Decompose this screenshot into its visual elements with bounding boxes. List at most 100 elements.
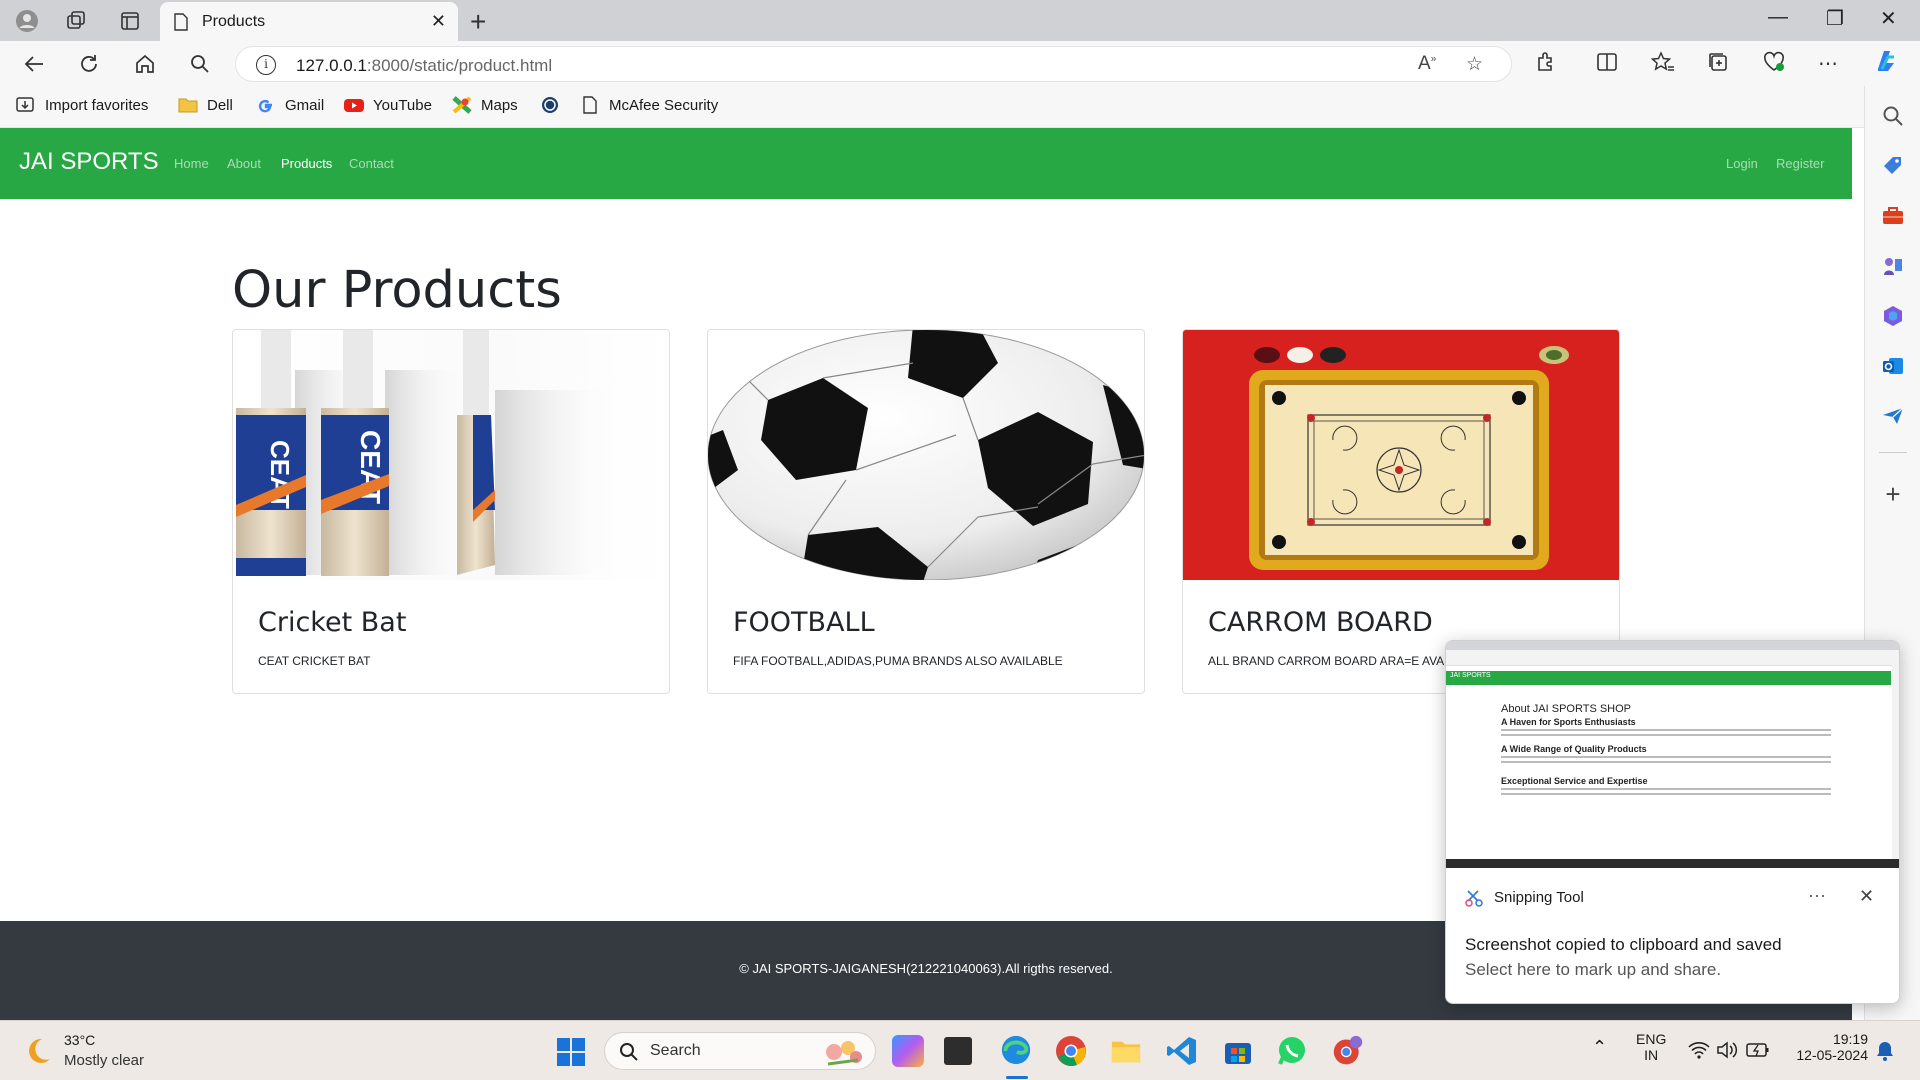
battery-icon[interactable] <box>1746 1041 1770 1059</box>
language-indicator[interactable]: ENG IN <box>1636 1031 1666 1063</box>
product-title: Cricket Bat <box>258 607 407 638</box>
home-icon[interactable] <box>131 50 159 78</box>
page-heading: Our Products <box>232 261 562 320</box>
football-image <box>708 330 1144 580</box>
sidebar-outlook-icon[interactable] <box>1881 354 1905 378</box>
taskbar-search[interactable]: Search <box>604 1032 876 1070</box>
bookmark-dell[interactable]: Dell <box>178 96 233 114</box>
wifi-icon[interactable] <box>1688 1041 1710 1059</box>
nav-register[interactable]: Register <box>1776 156 1824 171</box>
favorites-icon[interactable] <box>1650 51 1675 79</box>
screenshot-thumbnail[interactable]: JAI SPORTS About JAI SPORTS SHOP A Haven… <box>1446 641 1899 868</box>
weather-temperature[interactable]: 33°C <box>64 1032 95 1048</box>
weather-moon-icon[interactable] <box>22 1035 54 1067</box>
tab-actions-icon[interactable] <box>117 8 143 34</box>
start-windows-icon[interactable] <box>556 1037 586 1067</box>
taskbar-store-icon[interactable] <box>1222 1035 1254 1067</box>
url-text: 127.0.0.1:8000/static/product.html <box>296 56 553 75</box>
sidebar-office-icon[interactable] <box>1881 304 1905 328</box>
toast-more-icon[interactable]: ··· <box>1808 885 1826 906</box>
taskbar-chrome-icon[interactable] <box>1055 1035 1087 1067</box>
maps-icon <box>452 96 472 114</box>
search-icon[interactable] <box>186 50 214 78</box>
bookmark-youtube[interactable]: YouTube <box>344 96 432 114</box>
nav-products[interactable]: Products <box>281 156 332 171</box>
toast-app-name: Snipping Tool <box>1494 889 1584 906</box>
sidebar-games-icon[interactable] <box>1881 254 1905 278</box>
taskbar-whatsapp-icon[interactable] <box>1276 1035 1308 1067</box>
profile-icon[interactable] <box>14 8 40 34</box>
new-tab-icon[interactable]: + <box>470 6 486 38</box>
favorite-star-icon[interactable]: ☆ <box>1466 53 1483 76</box>
close-tab-icon[interactable]: ✕ <box>431 11 446 32</box>
bookmark-gmail[interactable]: Gmail <box>256 96 324 114</box>
folder-icon <box>178 98 198 113</box>
cricket-bat-image: CEAT CEAT <box>233 330 669 580</box>
sidebar-tools-icon[interactable] <box>1881 204 1905 228</box>
back-icon[interactable] <box>20 50 48 78</box>
site-info-icon[interactable]: i <box>256 55 276 75</box>
address-bar-row: i 127.0.0.1:8000/static/product.html A» … <box>0 41 1920 86</box>
minimize-icon[interactable]: — <box>1768 6 1788 29</box>
bookmark-import-favorites[interactable]: Import favorites <box>16 96 148 114</box>
read-aloud-icon[interactable]: A» <box>1418 53 1436 75</box>
site-navbar: JAI SPORTS Home About Products Contact L… <box>0 128 1852 199</box>
sidebar-shopping-icon[interactable] <box>1881 154 1905 178</box>
notification-bell-icon[interactable] <box>1876 1040 1894 1062</box>
windows-taskbar: 33°C Mostly clear Search ⌃ ENG IN 19:19 … <box>0 1020 1920 1080</box>
search-highlight-flowers-icon <box>826 1041 862 1066</box>
copilot-icon[interactable] <box>1872 47 1900 81</box>
extensions-icon[interactable] <box>1535 51 1557 79</box>
bookmark-maps[interactable]: Maps <box>452 96 518 114</box>
taskbar-terminal-icon[interactable] <box>944 1037 972 1065</box>
product-card: FOOTBALL FIFA FOOTBALL,ADIDAS,PUMA BRAND… <box>707 329 1145 694</box>
taskbar-copilot-pre-icon[interactable] <box>892 1035 924 1067</box>
toast-close-icon[interactable]: ✕ <box>1859 886 1874 907</box>
taskbar-file-explorer-icon[interactable] <box>1110 1035 1142 1067</box>
product-description: FIFA FOOTBALL,ADIDAS,PUMA BRANDS ALSO AV… <box>733 654 1063 668</box>
taskbar-edge-icon[interactable] <box>1000 1034 1032 1066</box>
product-title: FOOTBALL <box>733 607 875 638</box>
page-icon <box>583 96 597 114</box>
split-screen-icon[interactable] <box>1596 51 1618 79</box>
snipping-tool-notification[interactable]: JAI SPORTS About JAI SPORTS SHOP A Haven… <box>1445 640 1900 1004</box>
product-card: CEAT CEAT Cricket Bat CEAT CRICKET BAT <box>232 329 670 694</box>
tab-title: Products <box>202 12 266 30</box>
restore-icon[interactable]: ❐ <box>1826 6 1844 31</box>
browser-essentials-icon[interactable] <box>1762 51 1786 79</box>
taskbar-vscode-icon[interactable] <box>1166 1035 1198 1067</box>
close-window-icon[interactable]: ✕ <box>1880 6 1897 31</box>
browser-titlebar: Products ✕ + — ❐ ✕ <box>0 0 1920 41</box>
sidebar-search-icon[interactable] <box>1881 104 1905 128</box>
nav-about[interactable]: About <box>227 156 261 171</box>
page-icon <box>174 12 188 31</box>
refresh-icon[interactable] <box>75 50 103 78</box>
collections-icon[interactable] <box>1707 51 1729 79</box>
taskbar-chrome-profile-icon[interactable] <box>1332 1035 1364 1067</box>
weather-condition[interactable]: Mostly clear <box>64 1052 144 1069</box>
import-icon <box>16 97 34 112</box>
site-favicon-icon <box>542 97 558 113</box>
toast-message: Screenshot copied to clipboard and saved <box>1465 935 1782 954</box>
bookmark-mcafee[interactable]: McAfee Security <box>580 96 718 114</box>
url-field[interactable]: i 127.0.0.1:8000/static/product.html A» … <box>235 46 1512 82</box>
nav-contact[interactable]: Contact <box>349 156 394 171</box>
bookmark-site[interactable] <box>540 96 569 114</box>
tab-products[interactable]: Products ✕ <box>160 2 458 41</box>
more-options-icon[interactable]: ⋯ <box>1818 51 1838 76</box>
site-brand[interactable]: JAI SPORTS <box>19 148 159 176</box>
active-app-indicator <box>1006 1076 1028 1079</box>
snipping-tool-icon <box>1465 890 1483 907</box>
nav-home[interactable]: Home <box>174 156 209 171</box>
product-description: CEAT CRICKET BAT <box>258 654 371 668</box>
sidebar-divider <box>1879 452 1907 453</box>
nav-login[interactable]: Login <box>1726 156 1758 171</box>
volume-icon[interactable] <box>1716 1041 1738 1059</box>
sidebar-send-icon[interactable] <box>1881 404 1905 428</box>
clock[interactable]: 19:19 12-05-2024 <box>1784 1031 1868 1063</box>
workspaces-icon[interactable] <box>64 8 90 34</box>
sidebar-add-icon[interactable]: + <box>1881 481 1905 507</box>
search-icon <box>620 1043 638 1061</box>
show-hidden-icons-icon[interactable]: ⌃ <box>1592 1037 1607 1058</box>
thumbnail-taskbar-strip <box>1446 859 1899 868</box>
